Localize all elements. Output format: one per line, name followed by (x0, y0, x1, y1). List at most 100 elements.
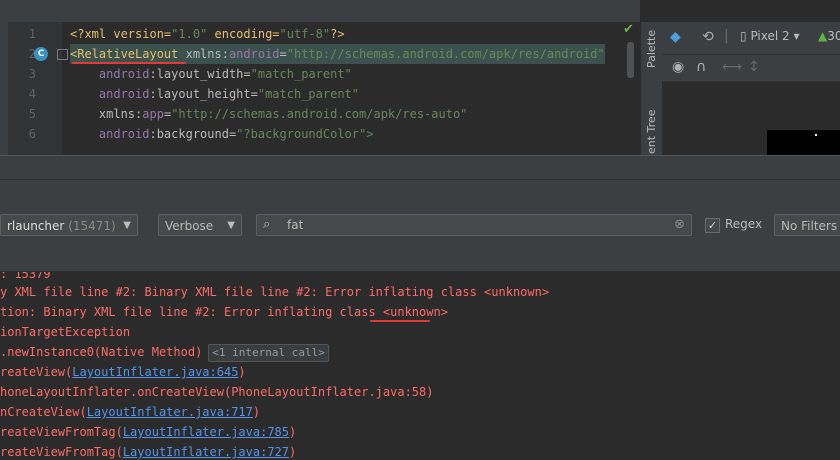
attr-name: :background= (149, 127, 237, 141)
editor-tab-strip (0, 0, 640, 23)
logcat-header (0, 179, 840, 206)
source-link[interactable]: LayoutInflater.java:717 (87, 405, 253, 419)
attr-value: "http://schemas.android.com/apk/res-auto… (171, 107, 468, 121)
log-line: .newInstance0(Native Method) <1 internal … (0, 342, 329, 362)
attr-name: :layout_height= (149, 87, 258, 101)
layers-icon[interactable]: ◆ (670, 29, 681, 45)
source-link[interactable]: LayoutInflater.java:785 (123, 425, 289, 439)
no-problems-check-icon: ✔ (623, 22, 634, 37)
attr-name: xmlns: (98, 107, 143, 121)
namespace: android (228, 47, 280, 61)
source-link[interactable]: LayoutInflater.java:645 (72, 365, 238, 379)
design-toolbar: ◆ ⟲ | ▯ Pixel 2 ▾ ▲30 (662, 22, 840, 55)
editor-scrollbar[interactable] (627, 42, 634, 78)
editor-gutter: 1 2 3 4 5 6 (8, 22, 62, 155)
vertical-resize-icon[interactable]: ↕ (748, 59, 760, 75)
attr-value: "match_parent" (250, 67, 352, 81)
log-text: ) (289, 425, 297, 439)
code-area[interactable]: <?xml version="1.0" encoding="utf-8"?> <… (70, 24, 605, 144)
log-text: .newInstance0(Native Method) (0, 345, 203, 359)
attr-value: "http://schemas.android.com/apk/res/andr… (286, 47, 605, 61)
attr-name: xmlns: (178, 47, 229, 61)
code-line-6: android:background="?backgroundColor"> (70, 124, 605, 144)
line-number: 1 (28, 27, 36, 41)
code-line-1: <?xml version="1.0" encoding="utf-8"?> (70, 24, 605, 44)
search-value: fat (287, 218, 304, 232)
horizontal-resize-icon[interactable]: ⟷ (722, 59, 742, 75)
log-line: reateView(LayoutInflater.java:645) (0, 362, 246, 382)
xml-encoding-value: "utf-8" (279, 27, 331, 41)
process-pid: (15471) (68, 219, 116, 233)
tool-window-strip: Palette ent Tree (640, 22, 664, 155)
log-text: ) (238, 365, 246, 379)
log-text: honeLayoutInflater.onCreateView(PhoneLay… (0, 385, 434, 399)
phone-icon: ▯ (740, 29, 747, 43)
fold-toggle-icon[interactable] (57, 49, 68, 60)
red-annotation-underline (370, 320, 430, 322)
xml-decl-end: ?> (330, 27, 345, 41)
regex-label[interactable]: Regex (725, 217, 762, 231)
log-line: y XML file line #2: Binary XML file line… (0, 282, 549, 302)
code-line-5: xmlns:app="http://schemas.android.com/ap… (70, 104, 605, 124)
xml-editor[interactable]: 1 2 3 4 5 6 C <?xml version="1.0" encodi… (0, 22, 640, 155)
api-level-selector[interactable]: ▲30 (818, 29, 840, 43)
log-line: reateViewFromTag(LayoutInflater.java:727… (0, 442, 296, 460)
design-toolbar-secondary: ◉ ∩ ⟷ ↕ (662, 55, 840, 82)
magnet-icon[interactable]: ∩ (696, 59, 706, 75)
log-text: tion: Binary XML file line #2: Error inf… (0, 305, 383, 319)
search-icon[interactable]: ⌕ (263, 217, 270, 232)
log-text: reateViewFromTag( (0, 445, 123, 459)
logcat-toolbar: rlauncher (15471) ▼ Verbose ▼ ⌕ fat ⊗ ✓ … (0, 205, 840, 272)
log-line: reateViewFromTag(LayoutInflater.java:785… (0, 422, 296, 442)
device-name: Pixel 2 (750, 29, 790, 43)
clear-search-icon[interactable]: ⊗ (674, 217, 685, 232)
regex-checkbox[interactable]: ✓ (705, 218, 720, 233)
chevron-down-icon: ▼ (227, 220, 235, 231)
palette-tab[interactable]: Palette (645, 30, 658, 68)
log-line: honeLayoutInflater.onCreateView(PhoneLay… (0, 382, 433, 402)
device-selector[interactable]: ▯ Pixel 2 ▾ (740, 29, 800, 43)
red-annotation-underline (72, 62, 186, 64)
attr-value: "?backgroundColor"> (236, 127, 374, 141)
process-name: rlauncher (7, 219, 65, 233)
logcat-output[interactable]: : 15379 y XML file line #2: Binary XML f… (0, 272, 840, 460)
log-text: reateViewFromTag( (0, 425, 123, 439)
class-gutter-icon[interactable]: C (34, 47, 48, 61)
xml-decl: <?xml version= (70, 27, 172, 41)
orientation-icon[interactable]: ⟲ (702, 29, 714, 45)
filter-dropdown[interactable]: No Filters (774, 214, 840, 236)
log-text: reateView( (0, 365, 73, 379)
log-text: y XML file line #2: Binary XML file line… (0, 285, 550, 299)
panel-separator (0, 155, 840, 180)
log-text: nCreateView( (0, 405, 87, 419)
log-unknown-token: <unknown> (382, 305, 448, 319)
log-line: tion: Binary XML file line #2: Error inf… (0, 302, 448, 322)
log-text: ionTargetException (0, 325, 131, 339)
process-dropdown[interactable]: rlauncher (15471) ▼ (0, 214, 138, 236)
log-line: ionTargetException (0, 322, 130, 342)
namespace: android (98, 87, 150, 101)
preview-dot (815, 134, 817, 136)
log-search-input[interactable]: ⌕ fat ⊗ (256, 214, 692, 236)
log-level-dropdown[interactable]: Verbose ▼ (158, 214, 242, 236)
api-level: 30 (827, 29, 840, 43)
attr-eq: = (279, 47, 287, 61)
namespace: android (98, 127, 150, 141)
source-link[interactable]: LayoutInflater.java:727 (123, 445, 289, 459)
eye-icon[interactable]: ◉ (672, 59, 684, 75)
design-preview-panel: ◆ ⟲ | ▯ Pixel 2 ▾ ▲30 ◉ ∩ ⟷ ↕ (662, 22, 840, 155)
code-line-4: android:layout_height="match_parent" (70, 84, 605, 104)
namespace: android (98, 67, 150, 81)
internal-calls-badge[interactable]: <1 internal call> (208, 343, 329, 362)
component-tree-tab[interactable]: ent Tree (645, 110, 658, 154)
line-number: 4 (28, 87, 36, 101)
code-line-3: android:layout_width="match_parent" (70, 64, 605, 84)
chevron-down-icon: ▼ (123, 220, 131, 231)
line-number: 5 (28, 107, 36, 121)
toolbar-divider: | (724, 28, 729, 44)
log-text: ) (289, 445, 297, 459)
code-line-2: <RelativeLayout xmlns:android="http://sc… (70, 44, 605, 64)
xml-version-value: "1.0" (171, 27, 208, 41)
line-number: 3 (28, 67, 36, 81)
log-text: ) (252, 405, 261, 419)
